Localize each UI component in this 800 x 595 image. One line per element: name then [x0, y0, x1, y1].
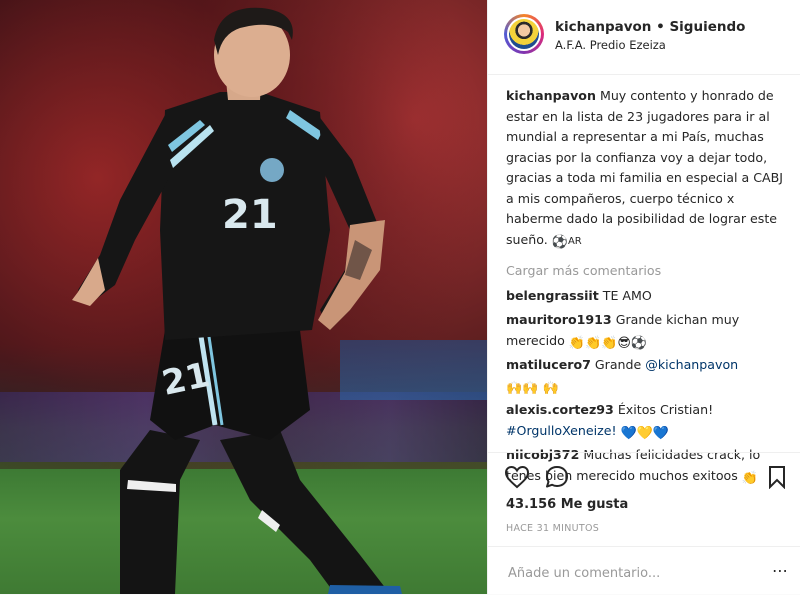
football-player-figure: 21 21: [72, 7, 402, 594]
comment-username[interactable]: belengrassiit: [506, 288, 599, 303]
hashtag-link[interactable]: #OrgulloXeneize!: [506, 423, 617, 438]
post-header: kichanpavon • Siguiendo A.F.A. Predio Ez…: [488, 0, 800, 75]
comment-username[interactable]: mauritoro1913: [506, 312, 612, 327]
likes-count[interactable]: 43.156 Me gusta: [506, 497, 628, 512]
comments-list: kichanpavon Muy contento y honrado de es…: [506, 86, 788, 490]
load-more-comments[interactable]: Cargar más comentarios: [506, 261, 788, 282]
avatar[interactable]: [504, 14, 544, 54]
jersey-number: 21: [222, 192, 278, 238]
raised-hands-emoji-icon: 🙌🙌 🙌: [506, 380, 559, 396]
header-separator: •: [656, 19, 665, 35]
add-comment-section: ⋯: [488, 546, 800, 595]
comment-username[interactable]: alexis.cortez93: [506, 402, 614, 417]
comment-text: Éxitos Cristian!: [617, 402, 714, 417]
comment-bubble-icon[interactable]: [544, 465, 570, 493]
header-username[interactable]: kichanpavon: [555, 19, 651, 35]
location-link[interactable]: A.F.A. Predio Ezeiza: [555, 38, 666, 52]
post-timestamp[interactable]: HACE 31 MINUTOS: [506, 523, 599, 534]
post-photo[interactable]: 21 21: [0, 0, 487, 594]
mention-link[interactable]: @kichanpavon: [645, 357, 738, 372]
caption-text: Muy contento y honrado de estar en la li…: [506, 88, 783, 247]
comment-username[interactable]: matilucero7: [506, 357, 591, 372]
more-options-icon[interactable]: ⋯: [772, 561, 788, 580]
comment-item: alexis.cortez93 Éxitos Cristian! #Orgull…: [506, 400, 788, 441]
bookmark-icon[interactable]: [768, 465, 786, 493]
comment-item: matilucero7 Grande @kichanpavon 🙌🙌 🙌: [506, 355, 788, 396]
caption: kichanpavon Muy contento y honrado de es…: [506, 86, 788, 252]
caption-username[interactable]: kichanpavon: [506, 88, 596, 103]
clapping-emoji-icon: 👏👏👏😎⚽: [568, 335, 648, 351]
comment-item: belengrassiit TE AMO: [506, 286, 788, 307]
post-panel: kichanpavon • Siguiendo A.F.A. Predio Ez…: [487, 0, 800, 594]
comment-input[interactable]: [506, 561, 770, 585]
soccer-ball-icon: ⚽: [551, 234, 568, 250]
comment-text: TE AMO: [602, 287, 652, 303]
action-bar: [488, 452, 800, 499]
header-user-line: kichanpavon • Siguiendo: [555, 19, 745, 35]
following-button[interactable]: Siguiendo: [669, 19, 745, 35]
comment-item: mauritoro1913 Grande kichan muy merecido…: [506, 310, 788, 351]
comment-text: Grande: [594, 357, 642, 372]
heart-icon[interactable]: [504, 465, 530, 493]
hearts-emoji-icon: 💙💛💙: [620, 425, 670, 441]
argentina-flag-icon: AR: [567, 235, 582, 247]
